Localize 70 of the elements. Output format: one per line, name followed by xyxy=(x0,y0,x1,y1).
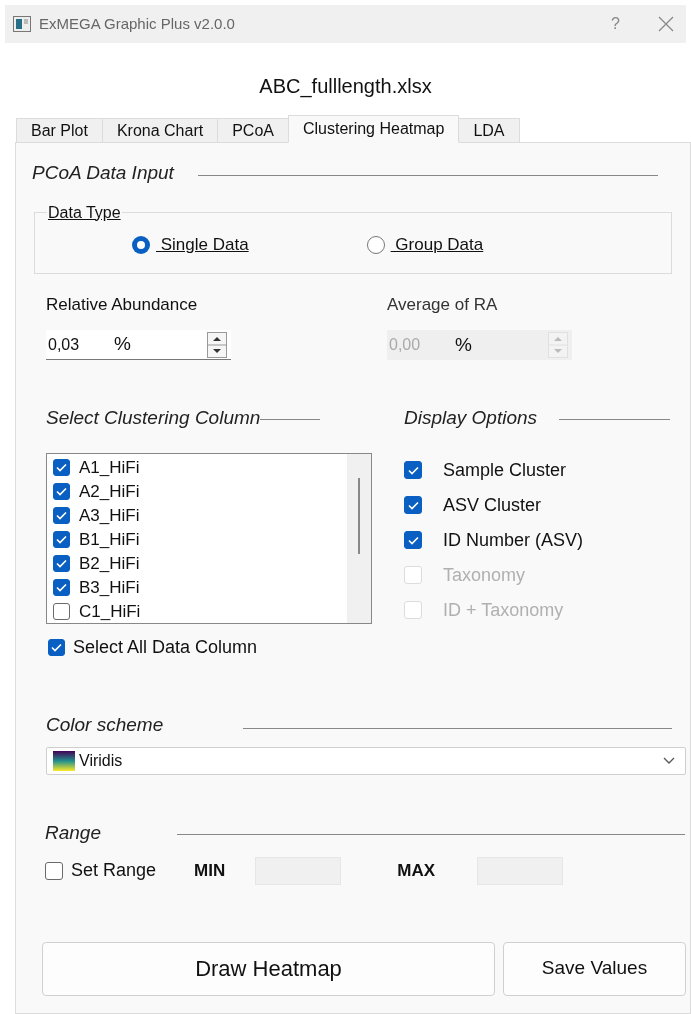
checkbox-label: Select All Data Column xyxy=(73,635,258,659)
checkbox[interactable] xyxy=(404,496,422,514)
list-item[interactable]: B1_HiFi xyxy=(79,526,140,553)
checkbox[interactable] xyxy=(53,603,70,620)
radio-button[interactable] xyxy=(366,235,385,254)
checkbox[interactable] xyxy=(404,531,422,549)
list-item[interactable]: A3_HiFi xyxy=(79,502,140,529)
app-icon xyxy=(13,16,31,32)
check-icon xyxy=(56,511,67,520)
unit-label: % xyxy=(455,332,472,357)
spin-arrows-icon[interactable] xyxy=(207,331,227,358)
checkbox[interactable] xyxy=(45,861,63,880)
checkbox[interactable] xyxy=(53,531,70,548)
scrollbar[interactable] xyxy=(347,453,371,623)
check-icon xyxy=(56,583,67,592)
checkbox-label: ID + Taxonomy xyxy=(443,598,564,622)
check-icon xyxy=(56,487,67,496)
dropdown-value: Viridis xyxy=(79,751,123,771)
gradient-swatch-icon xyxy=(53,751,75,771)
list-item[interactable]: B3_HiFi xyxy=(79,574,140,601)
file-name: ABC_fulllength.xlsx xyxy=(259,74,432,100)
checkbox-label: Sample Cluster xyxy=(443,458,567,482)
spin-box[interactable]: 0,03 % xyxy=(46,330,231,360)
check-icon xyxy=(56,559,67,568)
checkbox-label: ID Number (ASV) xyxy=(443,528,584,552)
draw-heatmap-button[interactable]: Draw Heatmap xyxy=(42,941,495,996)
check-icon xyxy=(56,535,67,544)
field-label: Average of RA xyxy=(387,293,499,316)
tab[interactable]: Bar Plot xyxy=(16,118,103,143)
checkbox-label: Set Range xyxy=(71,859,157,882)
checkbox[interactable] xyxy=(53,555,70,572)
scroll-thumb[interactable] xyxy=(358,477,360,554)
checkbox[interactable] xyxy=(53,507,70,524)
list-item[interactable]: C1_HiFi xyxy=(79,598,141,625)
check-icon xyxy=(56,463,67,472)
section-title: Select Clustering Column xyxy=(46,406,261,430)
checkbox[interactable] xyxy=(53,459,70,476)
section-title: Range xyxy=(45,821,101,845)
radio-label: Single Data xyxy=(159,233,249,256)
list-item[interactable]: B2_HiFi xyxy=(79,550,140,577)
max-label: MAX xyxy=(397,859,435,882)
min-label: MIN xyxy=(194,859,226,882)
checkbox[interactable] xyxy=(48,638,65,656)
spin-value: 0,00 xyxy=(389,335,422,355)
section-title: Display Options xyxy=(404,406,538,430)
check-icon xyxy=(407,465,419,475)
checkbox[interactable] xyxy=(53,483,70,500)
field-label: Relative Abundance xyxy=(46,293,199,316)
unit-label: % xyxy=(114,332,131,357)
check-icon xyxy=(51,642,62,652)
list-item[interactable]: A2_HiFi xyxy=(79,478,140,505)
window-title: ExMEGA Graphic Plus v2.0.0 xyxy=(39,13,235,34)
tab[interactable]: Clustering Heatmap xyxy=(288,115,460,143)
check-icon xyxy=(407,535,419,545)
check-icon xyxy=(407,500,419,510)
tab[interactable]: PCoA xyxy=(217,118,289,143)
chevron-down-icon xyxy=(663,757,675,765)
radio-label: Group Data xyxy=(394,233,484,256)
checkbox-label: Taxonomy xyxy=(443,563,526,587)
radio-button[interactable] xyxy=(132,235,150,254)
section-title: PCoA Data Input xyxy=(32,161,174,185)
checkbox-label: ASV Cluster xyxy=(443,493,542,517)
spin-value: 0,03 xyxy=(48,334,81,355)
color-scheme-dropdown[interactable]: Viridis xyxy=(46,747,686,775)
section-title: Color scheme xyxy=(46,712,164,737)
save-values-button[interactable]: Save Values xyxy=(503,941,686,996)
close-icon[interactable] xyxy=(658,16,674,32)
checkbox[interactable] xyxy=(53,579,70,596)
list-item[interactable]: A1_HiFi xyxy=(79,454,140,481)
checkbox[interactable] xyxy=(404,461,422,479)
